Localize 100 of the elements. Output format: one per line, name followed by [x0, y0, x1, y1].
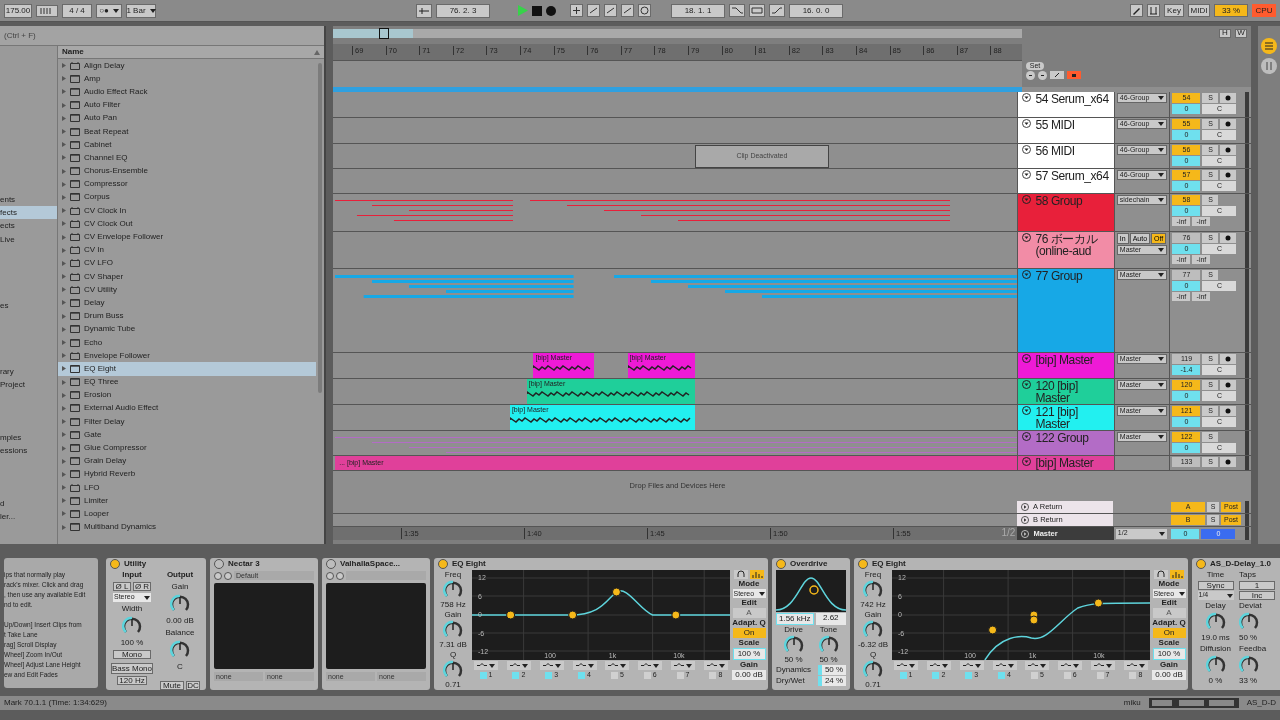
arm-button[interactable] — [1220, 170, 1237, 180]
scale-field[interactable]: 100 % — [732, 648, 766, 660]
arm-button[interactable] — [1220, 93, 1237, 103]
loop-length-field[interactable]: 16. 0. 0 — [789, 3, 843, 18]
filter-type-dropdown[interactable] — [1123, 661, 1148, 670]
track-header[interactable]: 56 MIDI — [1017, 144, 1114, 168]
browser-item[interactable]: Filter Delay — [58, 415, 316, 429]
fold-icon[interactable] — [1022, 195, 1032, 204]
band-checkbox[interactable] — [998, 671, 1006, 679]
filter-type-dropdown[interactable] — [1091, 661, 1116, 670]
knob[interactable] — [863, 620, 883, 640]
browser-item[interactable]: Multiband Dynamics — [58, 520, 316, 534]
fade-in-icon[interactable] — [769, 4, 785, 17]
browser-item[interactable]: Chorus-Ensemble — [58, 164, 316, 178]
browser-item[interactable]: Audio Effect Rack — [58, 85, 316, 99]
track-header[interactable]: [bip] Master — [1017, 353, 1114, 378]
adaptive-q-button[interactable]: On — [1152, 628, 1186, 638]
time-signature-field[interactable]: 4 / 4 — [62, 3, 92, 18]
browser-item[interactable]: EQ Three — [58, 375, 316, 389]
loop-start-field[interactable]: 18. 1. 1 — [671, 3, 725, 18]
browser-item[interactable]: Beat Repeat — [58, 124, 316, 139]
quantize-dropdown[interactable]: 1 Bar — [126, 3, 156, 18]
filter-type-dropdown[interactable] — [474, 661, 498, 670]
browser-item[interactable]: Looper — [58, 507, 316, 521]
browser-category[interactable]: mples — [0, 430, 57, 444]
browser-item[interactable]: Align Delay — [58, 59, 316, 73]
browser-item[interactable]: Grain Delay — [58, 454, 316, 468]
dry-wet-field[interactable]: 24 % — [818, 676, 846, 686]
fold-icon[interactable] — [1022, 145, 1032, 154]
track-header[interactable]: 120 [bip] Master — [1017, 379, 1114, 404]
device-power-button[interactable] — [1196, 559, 1206, 569]
knob[interactable] — [1239, 655, 1259, 675]
arm-button[interactable] — [1220, 233, 1237, 243]
device-power-button[interactable] — [214, 559, 224, 569]
save-icon[interactable] — [336, 571, 344, 580]
band-checkbox[interactable] — [1063, 671, 1071, 679]
plus-icon[interactable] — [570, 4, 583, 17]
browser-category[interactable]: d — [0, 496, 57, 510]
arm-button[interactable] — [1220, 354, 1237, 364]
fold-icon[interactable] — [1022, 270, 1032, 279]
track-header[interactable]: [bip] Master — [1017, 456, 1114, 470]
browser-category[interactable]: rary — [0, 364, 57, 378]
stop-button[interactable] — [532, 5, 542, 16]
output-gain-field[interactable]: 0.00 dB — [1152, 670, 1186, 680]
knob[interactable] — [863, 660, 883, 680]
keyboard-icon[interactable] — [1147, 4, 1160, 17]
arm-button[interactable] — [1220, 119, 1237, 129]
band-checkbox[interactable] — [578, 671, 586, 679]
edit-button[interactable]: A — [1152, 608, 1186, 618]
column-header[interactable]: Name — [62, 46, 84, 58]
band-checkbox[interactable] — [545, 671, 553, 679]
knob[interactable] — [443, 620, 463, 640]
band-checkbox[interactable] — [932, 671, 940, 679]
arrow-left-icon[interactable] — [1026, 71, 1035, 80]
browser-category[interactable]: fects — [0, 206, 57, 220]
fade-out-icon[interactable] — [729, 4, 745, 17]
loop-icon[interactable] — [749, 4, 765, 17]
device-overview[interactable] — [1148, 698, 1239, 708]
filter-display[interactable] — [776, 570, 846, 612]
arm-button[interactable] — [1220, 457, 1237, 467]
browser-item[interactable]: Glue Compressor — [58, 441, 316, 455]
knob[interactable] — [122, 616, 142, 636]
adaptive-q-button[interactable]: On — [732, 628, 766, 638]
record-button[interactable] — [546, 5, 556, 16]
key-map-button[interactable]: Key — [1164, 4, 1184, 17]
headphones-icon[interactable] — [1154, 570, 1168, 579]
width-field[interactable]: 2.62 — [815, 613, 846, 625]
device-power-button[interactable] — [438, 559, 448, 569]
search-field[interactable]: (Ctrl + F) — [0, 26, 324, 45]
band-checkbox[interactable] — [610, 671, 618, 679]
filter-type-dropdown[interactable] — [572, 661, 597, 670]
overview-viewport[interactable] — [379, 27, 389, 39]
knob[interactable] — [170, 640, 190, 660]
frequency-field[interactable]: 1.56 kHz — [776, 613, 814, 625]
band-checkbox[interactable] — [512, 671, 520, 679]
mono-button[interactable]: Mono — [113, 650, 151, 659]
plugin-edit-icon[interactable] — [326, 571, 334, 580]
browser-category[interactable]: essions — [0, 443, 57, 457]
fold-icon[interactable] — [1022, 93, 1032, 102]
browser-item[interactable]: CV Envelope Follower — [58, 230, 316, 244]
arrow-right-icon[interactable] — [1038, 71, 1047, 80]
device-power-button[interactable] — [858, 559, 868, 569]
columns-icon[interactable] — [1261, 58, 1277, 74]
device-power-button[interactable] — [110, 559, 120, 569]
track-header[interactable]: 58 Group — [1017, 194, 1114, 231]
filter-type-dropdown[interactable] — [1025, 661, 1050, 670]
bass-mono-button[interactable]: Bass Mono — [111, 663, 153, 674]
filter-type-dropdown[interactable] — [671, 661, 696, 670]
filter-type-dropdown[interactable] — [605, 661, 630, 670]
filter-type-dropdown[interactable] — [992, 661, 1017, 670]
fold-icon[interactable] — [1021, 516, 1030, 524]
browser-category[interactable]: es — [0, 298, 57, 312]
taps-field[interactable]: 1 — [1239, 581, 1275, 590]
fold-icon[interactable] — [1022, 432, 1032, 441]
device-power-button[interactable] — [326, 559, 336, 569]
fold-icon[interactable] — [1022, 170, 1032, 179]
save-icon[interactable] — [224, 571, 232, 580]
browser-category[interactable]: ents — [0, 193, 57, 206]
knob[interactable] — [1205, 612, 1226, 632]
output-gain-field[interactable]: 0.00 dB — [732, 670, 766, 680]
